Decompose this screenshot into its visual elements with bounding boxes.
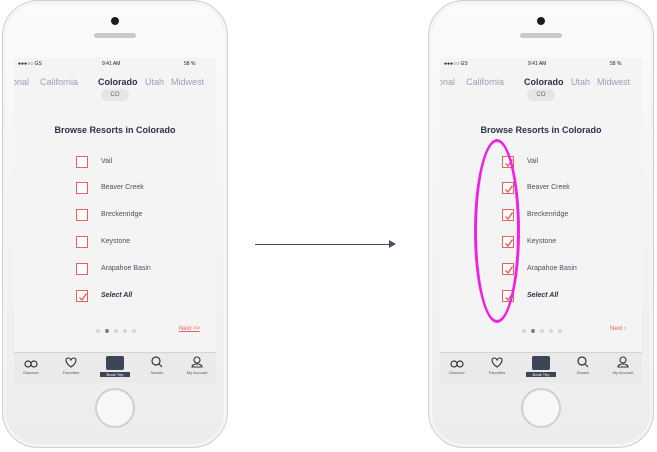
camera-icon [111,17,119,25]
tabbar-favorites[interactable]: Favorites [56,356,86,375]
heart-icon [65,357,77,368]
tab-midwest[interactable]: Midwest [597,77,630,87]
resort-label: Arapahoe Basin [527,265,577,272]
state-badge: CO [101,89,129,101]
tabbar-book-trip[interactable]: Book Trip [100,356,130,377]
resort-row-arapahoe-basin[interactable]: Arapahoe Basin [76,263,206,277]
checkbox[interactable] [76,209,88,221]
search-icon [151,356,163,368]
binoculars-icon [450,360,464,368]
speaker [94,33,136,38]
resort-label: Keystone [527,238,557,245]
person-icon [617,356,629,368]
checkbox-checked[interactable] [76,290,88,302]
camera-icon [537,17,545,25]
tabbar-discover[interactable]: Discover [16,356,46,375]
tabbar-search[interactable]: Search [142,356,172,375]
checkbox[interactable] [76,182,88,194]
home-button[interactable] [95,388,135,428]
carrier: ●●●○○ GS [18,61,42,67]
check-icon [78,293,88,302]
tabbar-book-trip[interactable]: Book Trip [526,356,556,377]
clock: 9:41 AM [528,61,547,67]
binoculars-icon [24,360,38,368]
tab-utah[interactable]: Utah [145,77,164,87]
resort-row-vail[interactable]: Vail [502,156,632,170]
resort-label: Vail [527,158,539,165]
tabbar-search[interactable]: Search [568,356,598,375]
resort-label: Breckenridge [527,211,569,218]
resort-row-keystone[interactable]: Keystone [502,236,632,250]
select-all-label: Select All [527,292,559,299]
highlight-oval [474,139,520,323]
resort-label: Keystone [101,238,131,245]
home-button[interactable] [521,388,561,428]
checkbox[interactable] [76,263,88,275]
resort-label: Vail [101,158,113,165]
tab-california[interactable]: California [40,77,78,87]
select-all-row[interactable]: Select All [502,290,632,304]
book-icon [532,356,550,370]
resort-label: Beaver Creek [527,184,570,191]
heart-icon [491,357,503,368]
tab-bar: Discover Favorites Book Trip Search My A… [14,352,216,383]
tab-colorado[interactable]: Colorado [524,77,564,87]
tab-colorado[interactable]: Colorado [98,77,138,87]
book-icon [106,356,124,370]
phone-right: ●●●○○ GS 9:41 AM 58 % ional California C… [428,0,654,448]
next-link[interactable]: Next › [610,326,626,332]
tab-midwest[interactable]: Midwest [171,77,204,87]
state-badge: CO [527,89,555,101]
search-icon [577,356,589,368]
person-icon [191,356,203,368]
resort-row-arapahoe-basin[interactable]: Arapahoe Basin [502,263,632,277]
resort-row-keystone[interactable]: Keystone [76,236,206,250]
screen: ●●●○○ GS 9:41 AM 58 % ional California C… [440,58,642,383]
resort-label: Beaver Creek [101,184,144,191]
resort-row-beaver-creek[interactable]: Beaver Creek [502,182,632,196]
resort-label: Arapahoe Basin [101,265,151,272]
tabbar-my-account[interactable]: My Account [182,356,212,375]
tabbar-favorites[interactable]: Favorites [482,356,512,375]
page-indicator [522,329,572,335]
arrow-line [255,244,392,245]
resort-row-beaver-creek[interactable]: Beaver Creek [76,182,206,196]
page-title: Browse Resorts in Colorado [480,125,602,135]
tabbar-discover[interactable]: Discover [442,356,472,375]
tab-bar: Discover Favorites Book Trip Search My A… [440,352,642,383]
checkbox[interactable] [76,156,88,168]
clock: 9:41 AM [102,61,121,67]
resort-row-breckenridge[interactable]: Breckenridge [502,209,632,223]
select-all-row[interactable]: Select All [76,290,206,304]
checkbox[interactable] [76,236,88,248]
resort-row-breckenridge[interactable]: Breckenridge [76,209,206,223]
speaker [520,33,562,38]
tab-regional[interactable]: ional [440,77,455,87]
screen: ●●●○○ GS 9:41 AM 58 % ional California C… [14,58,216,383]
next-link[interactable]: Next >> [179,326,200,332]
arrow-right-icon [389,240,396,248]
phone-left: ●●●○○ GS 9:41 AM 58 % ional California C… [2,0,228,448]
tabbar-my-account[interactable]: My Account [608,356,638,375]
battery: 58 % [184,61,196,67]
battery: 58 % [610,61,622,67]
carrier: ●●●○○ GS [444,61,468,67]
select-all-label: Select All [101,292,133,299]
page-indicator [96,329,146,335]
resort-row-vail[interactable]: Vail [76,156,206,170]
tab-regional[interactable]: ional [14,77,29,87]
tab-utah[interactable]: Utah [571,77,590,87]
page-title: Browse Resorts in Colorado [54,125,176,135]
tab-california[interactable]: California [466,77,504,87]
resort-label: Breckenridge [101,211,143,218]
